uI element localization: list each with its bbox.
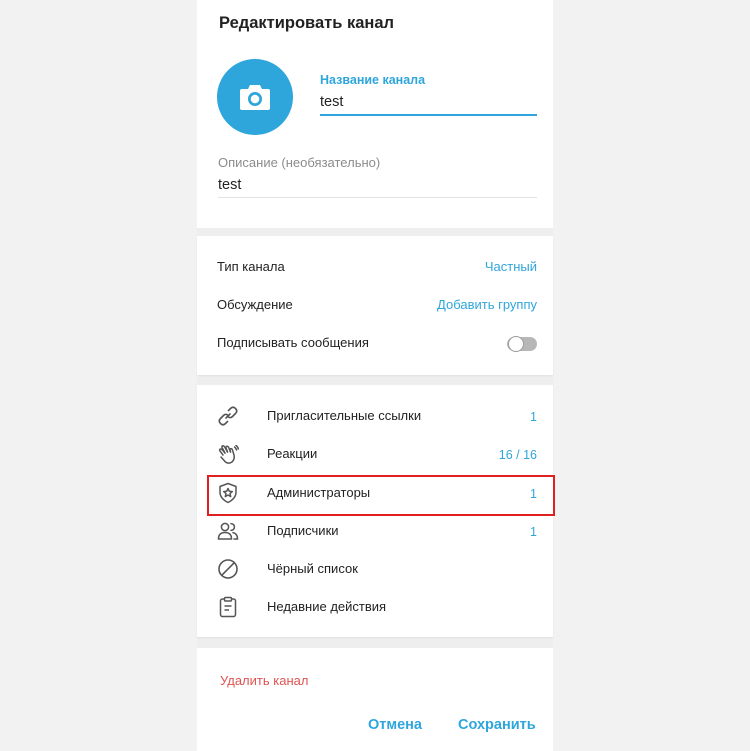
channel-type-label: Тип канала (217, 259, 285, 274)
save-button[interactable]: Сохранить (458, 717, 536, 733)
discussion-label: Обсуждение (217, 297, 293, 312)
reactions-count: 16 / 16 (498, 448, 537, 462)
edit-channel-panel: Редактировать канал Название канала Опис… (197, 0, 553, 751)
add-group-link[interactable]: Добавить группу (437, 297, 537, 312)
blocked-icon (218, 559, 238, 579)
channel-name-input[interactable] (320, 90, 537, 116)
blacklist-row[interactable]: Чёрный список (197, 550, 553, 588)
subscribers-label: Подписчики (267, 523, 339, 538)
invite-links-label: Пригласительные ссылки (267, 408, 422, 423)
channel-settings-section: Тип канала Частный Обсуждение Добавить г… (197, 236, 553, 375)
dialog-title: Редактировать канал (219, 14, 395, 32)
channel-type-value[interactable]: Частный (485, 259, 537, 274)
sign-messages-label: Подписывать сообщения (217, 335, 369, 350)
description-input[interactable] (218, 173, 537, 198)
invite-links-row[interactable]: Пригласительные ссылки 1 (197, 397, 553, 435)
administrators-row[interactable]: Администраторы 1 (197, 474, 553, 512)
camera-icon (240, 85, 270, 110)
reactions-hand-icon (218, 444, 239, 464)
subscribers-row[interactable]: Подписчики 1 (197, 512, 553, 550)
toggle-knob (508, 336, 524, 352)
channel-avatar-upload[interactable] (217, 59, 293, 135)
sign-messages-row[interactable]: Подписывать сообщения (197, 327, 553, 359)
invite-links-count: 1 (530, 410, 537, 424)
recent-actions-row[interactable]: Недавние действия (197, 588, 553, 626)
reactions-row[interactable]: Реакции 16 / 16 (197, 435, 553, 473)
subscribers-count: 1 (530, 525, 537, 539)
delete-channel-button[interactable]: Удалить канал (220, 673, 308, 688)
blacklist-label: Чёрный список (267, 561, 358, 576)
admin-shield-star-icon (219, 482, 237, 504)
link-icon (218, 406, 238, 426)
discussion-row[interactable]: Обсуждение Добавить группу (197, 289, 553, 321)
administrators-label: Администраторы (267, 485, 371, 500)
recent-actions-label: Недавние действия (267, 599, 387, 614)
sign-messages-toggle[interactable] (507, 336, 537, 352)
dialog-actions-section: Удалить канал Отмена Сохранить (197, 648, 553, 751)
channel-type-row[interactable]: Тип канала Частный (197, 251, 553, 283)
channel-management-section: Пригласительные ссылки 1 Реакции 16 / 16 (197, 385, 553, 637)
channel-info-section: Редактировать канал Название канала Опис… (197, 0, 553, 228)
administrators-count: 1 (530, 487, 537, 501)
subscribers-icon (217, 522, 239, 540)
cancel-button[interactable]: Отмена (368, 717, 422, 733)
reactions-label: Реакции (267, 446, 318, 461)
recent-actions-clipboard-icon (219, 596, 237, 618)
channel-name-label: Название канала (320, 73, 426, 87)
description-label: Описание (необязательно) (218, 155, 381, 170)
